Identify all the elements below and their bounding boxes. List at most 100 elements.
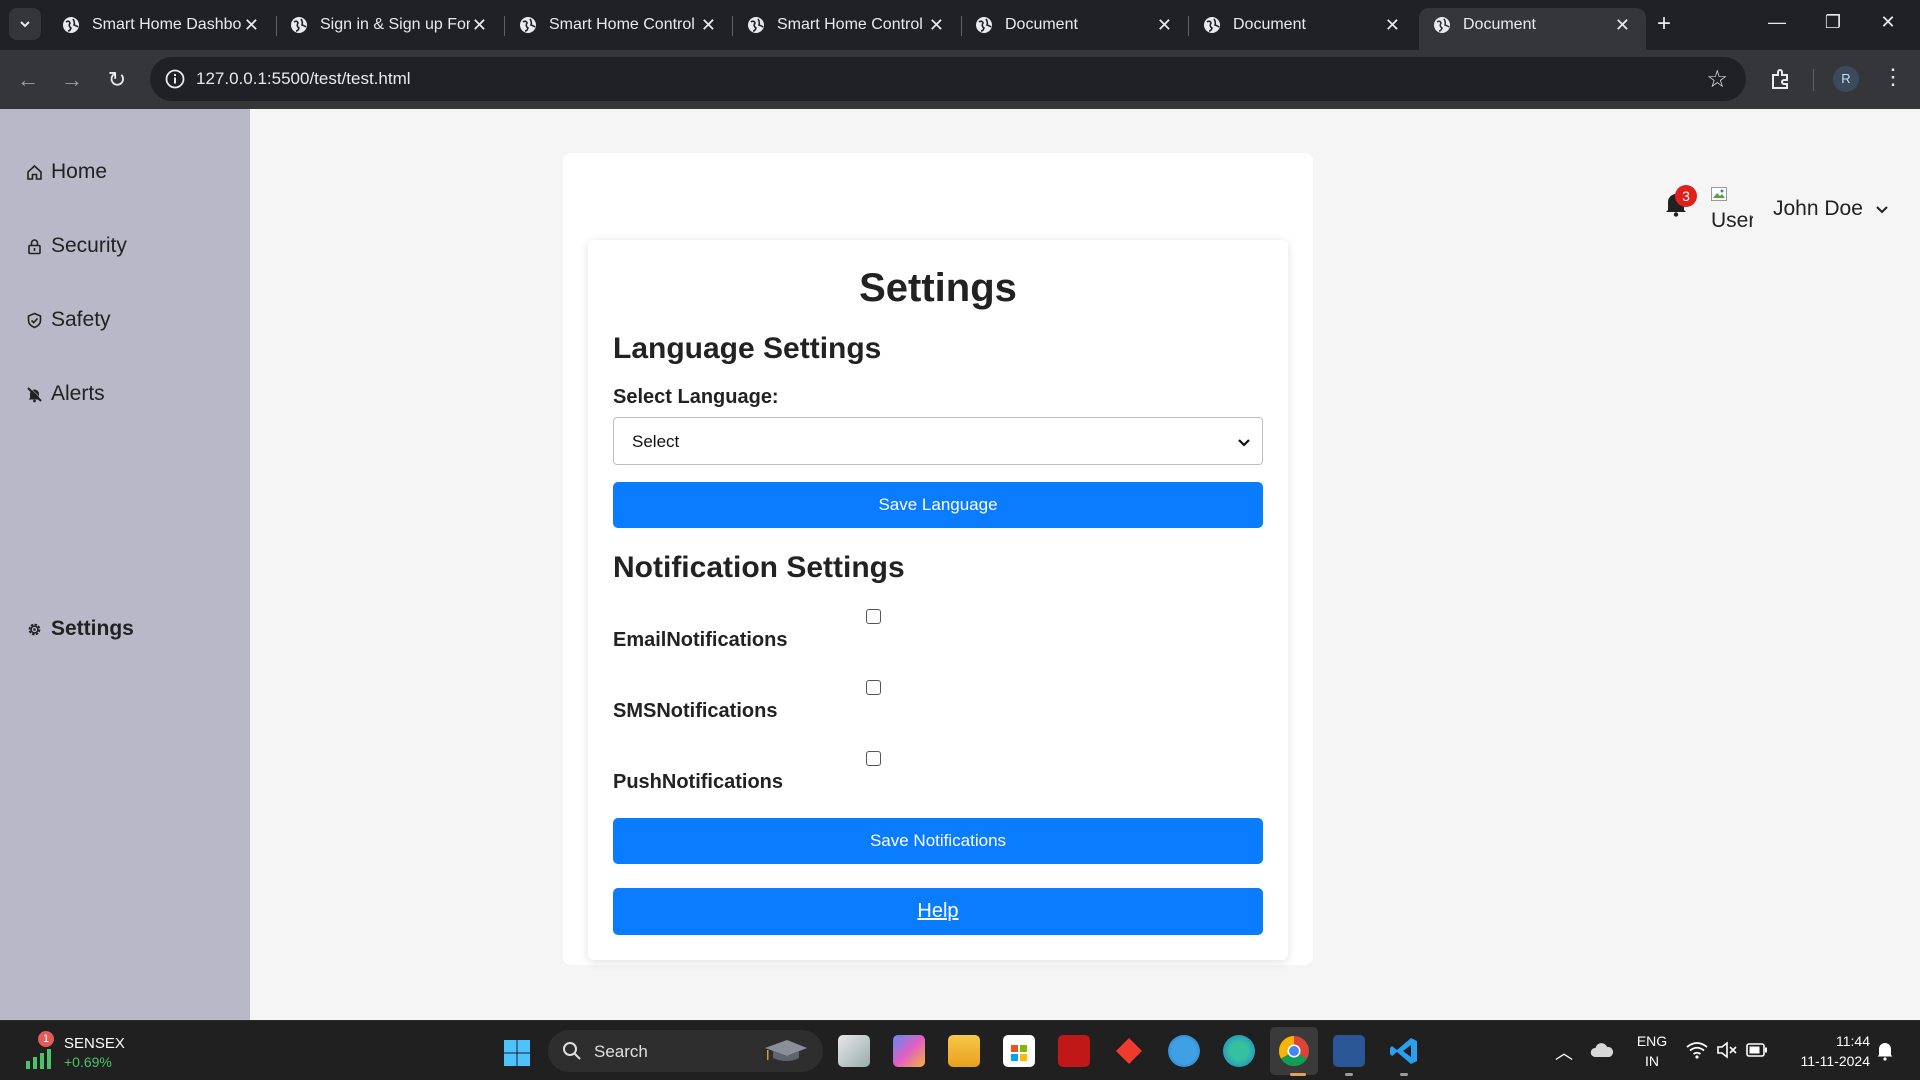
sidebar-item-settings[interactable]: Settings <box>26 617 134 641</box>
mcafee-icon[interactable] <box>1058 1035 1090 1067</box>
sidebar: Home Security Safety Alerts Settings <box>0 109 250 1020</box>
word-icon[interactable] <box>1333 1035 1365 1067</box>
windows-start-icon[interactable] <box>503 1039 531 1067</box>
tray-chevron-up-icon[interactable]: ︿ <box>1555 1039 1573 1065</box>
tab-search-button[interactable] <box>9 8 41 40</box>
browser-tabstrip: Smart Home Dashboard ✕ Sign in & Sign up… <box>0 0 1920 50</box>
tab-title: Smart Home Control <box>549 16 695 33</box>
globe-icon <box>1204 17 1220 33</box>
language-section-title: Language Settings <box>613 332 882 365</box>
running-indicator <box>1400 1073 1408 1076</box>
settings-card: Settings Language Settings Select Langua… <box>588 240 1288 960</box>
language-indicator-line1[interactable]: ENG <box>1632 1033 1672 1049</box>
sidebar-item-label: Settings <box>51 617 134 640</box>
sms-notifications-checkbox[interactable] <box>866 680 881 695</box>
help-link[interactable]: Help <box>613 888 1263 935</box>
close-icon[interactable]: ✕ <box>701 15 716 36</box>
help-app-icon[interactable] <box>1168 1035 1200 1067</box>
search-placeholder: Search <box>594 1042 648 1061</box>
back-button[interactable]: ← <box>15 67 41 93</box>
notification-center-bell-icon[interactable] <box>1876 1041 1894 1061</box>
battery-icon[interactable] <box>1746 1043 1768 1057</box>
browser-tab[interactable]: Smart Home Control ✕ <box>733 8 960 42</box>
chrome-taskbar-button[interactable] <box>1270 1027 1318 1075</box>
home-icon <box>27 164 42 180</box>
file-explorer-icon[interactable] <box>948 1035 980 1067</box>
sidebar-item-label: Alerts <box>51 382 105 405</box>
info-icon[interactable] <box>164 68 186 90</box>
avatar[interactable]: User <box>1711 187 1753 231</box>
close-icon[interactable]: ✕ <box>244 15 259 36</box>
sidebar-item-safety[interactable]: Safety <box>26 308 111 332</box>
stock-change: +0.69% <box>64 1054 112 1070</box>
onedrive-cloud-icon[interactable] <box>1590 1042 1614 1058</box>
close-icon[interactable]: ✕ <box>1615 15 1630 36</box>
stock-widget[interactable]: 1 SENSEX +0.69% <box>24 1031 125 1071</box>
wifi-icon[interactable] <box>1686 1041 1708 1059</box>
email-notifications-checkbox[interactable] <box>866 609 881 624</box>
reload-button[interactable]: ↻ <box>104 67 130 93</box>
toolbar-divider <box>1813 69 1814 91</box>
profile-avatar[interactable]: R <box>1833 66 1859 92</box>
address-bar[interactable]: 127.0.0.1:5500/test/test.html ☆ <box>150 57 1746 101</box>
tab-title: Document <box>1463 16 1536 33</box>
copilot-icon[interactable] <box>893 1035 925 1067</box>
gear-icon <box>28 623 41 635</box>
browser-tab[interactable]: Document ✕ <box>1189 8 1416 42</box>
new-tab-button[interactable]: + <box>1652 12 1676 36</box>
globe-icon <box>748 17 764 33</box>
close-icon[interactable]: ✕ <box>1157 15 1172 36</box>
restore-button[interactable]: ❐ <box>1821 12 1845 33</box>
close-icon[interactable]: ✕ <box>929 15 944 36</box>
forward-button[interactable]: → <box>59 67 85 93</box>
graduation-cap-icon <box>765 1040 807 1061</box>
edge-icon[interactable] <box>1223 1035 1255 1067</box>
running-indicator <box>1290 1073 1306 1076</box>
browser-tab-active[interactable]: Document ✕ <box>1419 8 1646 50</box>
anydesk-icon[interactable] <box>1113 1035 1145 1067</box>
browser-tab[interactable]: Smart Home Dashboard ✕ <box>48 8 275 42</box>
clock-time[interactable]: 11:44 <box>1780 1033 1870 1049</box>
bookmark-star-icon[interactable]: ☆ <box>1706 65 1728 94</box>
task-view-icon[interactable] <box>838 1035 870 1067</box>
stock-name: SENSEX <box>64 1035 125 1052</box>
tab-title: Smart Home Control <box>777 16 923 33</box>
volume-muted-icon[interactable] <box>1716 1041 1738 1059</box>
chrome-icon <box>1278 1036 1309 1067</box>
extensions-puzzle-icon[interactable] <box>1768 66 1794 92</box>
browser-tab[interactable]: Sign in & Sign up Form ✕ <box>276 8 503 42</box>
language-indicator-line2[interactable]: IN <box>1632 1053 1672 1069</box>
taskbar-search[interactable]: Search <box>548 1030 823 1072</box>
save-language-button[interactable]: Save Language <box>613 482 1263 528</box>
sidebar-item-label: Home <box>51 160 108 183</box>
chevron-down-icon <box>1238 439 1250 447</box>
sidebar-item-alerts[interactable]: Alerts <box>26 382 105 406</box>
globe-icon <box>291 17 307 33</box>
push-notifications-checkbox[interactable] <box>866 751 881 766</box>
running-indicator <box>1345 1073 1353 1076</box>
minimize-button[interactable]: — <box>1765 12 1789 33</box>
stock-badge: 1 <box>38 1031 54 1047</box>
vscode-icon[interactable] <box>1388 1035 1420 1067</box>
tab-title: Document <box>1005 16 1078 33</box>
close-icon[interactable]: ✕ <box>1385 15 1400 36</box>
page-title: Settings <box>859 266 1017 310</box>
chevron-down-icon[interactable] <box>1874 201 1890 217</box>
diamond-icon <box>1116 1038 1142 1064</box>
clock-date[interactable]: 11-11-2024 <box>1780 1053 1870 1069</box>
window-close-button[interactable]: ✕ <box>1876 12 1900 33</box>
sidebar-item-home[interactable]: Home <box>26 160 107 184</box>
language-select[interactable]: Select <box>613 417 1263 465</box>
microsoft-store-icon[interactable] <box>1003 1035 1035 1067</box>
browser-tab[interactable]: Smart Home Control ✕ <box>505 8 732 42</box>
more-menu-icon[interactable]: ⋮ <box>1882 64 1904 90</box>
sidebar-item-security[interactable]: Security <box>26 234 127 258</box>
user-name[interactable]: John Doe <box>1773 197 1863 221</box>
close-icon[interactable]: ✕ <box>472 15 487 36</box>
vscode-logo-icon <box>1390 1038 1417 1064</box>
save-notifications-button[interactable]: Save Notifications <box>613 818 1263 864</box>
taskbar: 1 SENSEX +0.69% Search ︿ ENG IN 11:44 11… <box>0 1020 1920 1080</box>
browser-tab[interactable]: Document ✕ <box>961 8 1188 42</box>
sidebar-item-label: Security <box>51 234 127 257</box>
url-text: 127.0.0.1:5500/test/test.html <box>196 69 411 88</box>
